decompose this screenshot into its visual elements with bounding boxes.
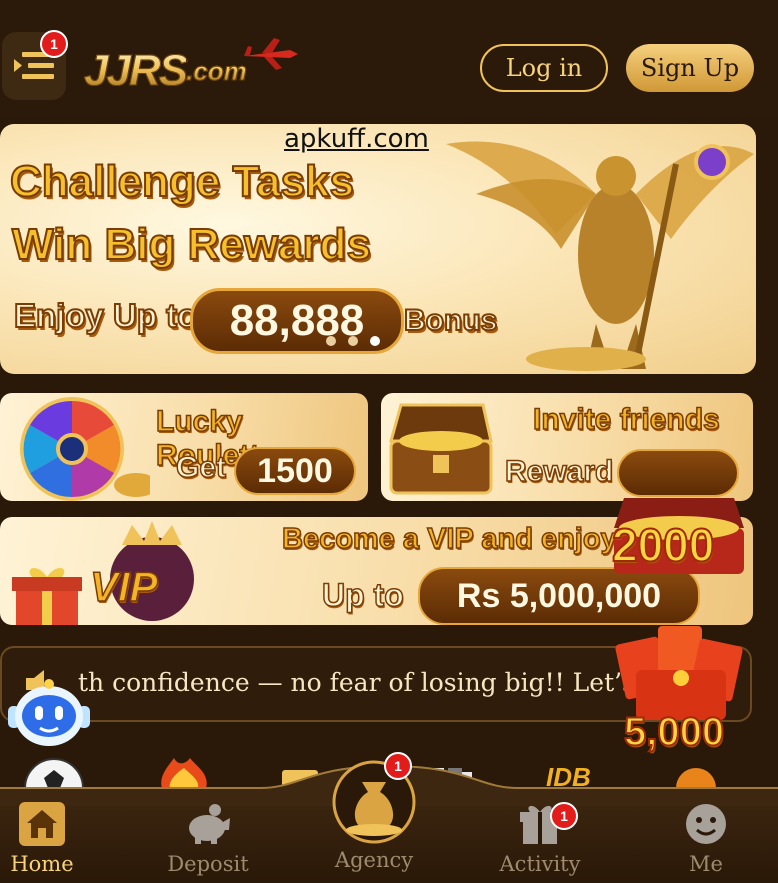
home-icon bbox=[19, 802, 65, 846]
logo-suffix-text: .com bbox=[186, 55, 248, 86]
vip-title: Become a VIP and enjoy bbox=[281, 522, 617, 556]
invite-amount: 2000 bbox=[611, 518, 715, 572]
carousel-indicators bbox=[326, 336, 380, 346]
invite-amount-badge: 2000 bbox=[604, 488, 754, 578]
nav-deposit[interactable]: Deposit bbox=[148, 802, 268, 880]
watermark-text: apkuff.com bbox=[284, 124, 429, 154]
invite-title: Invite friends bbox=[532, 402, 720, 437]
roulette-get-label: Get bbox=[175, 450, 227, 485]
vip-upto-label: Up to bbox=[321, 576, 404, 614]
gift-box-icon bbox=[12, 567, 82, 625]
hero-title-line1: Challenge Tasks bbox=[9, 156, 355, 207]
lucky-roulette-card[interactable]: Lucky Roulette Get 1500 bbox=[0, 393, 368, 501]
logo-main-text: JJRS bbox=[83, 46, 188, 96]
nav-deposit-label: Deposit bbox=[167, 852, 249, 876]
nav-home[interactable]: Home bbox=[0, 802, 102, 880]
carousel-dot[interactable] bbox=[326, 336, 336, 346]
carousel-dot[interactable] bbox=[348, 336, 358, 346]
site-logo[interactable]: JJRS .com bbox=[83, 38, 304, 98]
smiley-profile-icon bbox=[686, 804, 726, 844]
nav-activity-label: Activity bbox=[499, 852, 581, 876]
piggy-bank-icon bbox=[189, 804, 230, 844]
hero-title-line2: Win Big Rewards bbox=[11, 219, 372, 270]
vip-badge-text: VIP bbox=[89, 562, 158, 611]
roulette-wheel-icon bbox=[20, 397, 150, 501]
red-envelope-offer[interactable]: 5,000 bbox=[606, 618, 754, 760]
signup-button[interactable]: Sign Up bbox=[626, 44, 754, 92]
nav-activity[interactable]: Activity bbox=[480, 802, 600, 880]
carousel-dot-active[interactable] bbox=[370, 336, 380, 346]
nav-me[interactable]: Me bbox=[646, 802, 766, 880]
roulette-amount: 1500 bbox=[234, 447, 356, 495]
menu-notification-badge: 1 bbox=[40, 30, 68, 58]
nav-me-label: Me bbox=[689, 852, 723, 876]
announcement-text: th confidence — no fear of losing big!! … bbox=[78, 668, 659, 697]
app-header: 1 JJRS .com Log in Sign Up bbox=[0, 0, 778, 118]
invite-reward-label: Reward bbox=[504, 454, 614, 489]
winged-warrior-illustration bbox=[446, 141, 754, 371]
nav-home-label: Home bbox=[10, 852, 74, 876]
nav-agency-label: Agency bbox=[334, 848, 414, 872]
hero-enjoy-text: Enjoy Up to bbox=[13, 296, 198, 335]
treasure-chest-icon bbox=[389, 403, 493, 495]
agency-notification-badge: 1 bbox=[384, 752, 412, 780]
invite-friends-card[interactable]: Invite friends Reward bbox=[381, 393, 753, 501]
airplane-icon bbox=[244, 38, 298, 70]
nav-agency[interactable]: Agency bbox=[314, 760, 434, 880]
bottom-navigation: Home Deposit Agency 1 Activity 1 Me bbox=[0, 752, 778, 883]
hero-banner[interactable]: Challenge Tasks Win Big Rewards Enjoy Up… bbox=[0, 124, 756, 374]
login-button[interactable]: Log in bbox=[480, 44, 608, 92]
activity-notification-badge: 1 bbox=[550, 802, 578, 830]
support-bot-button[interactable] bbox=[4, 676, 94, 748]
robot-icon bbox=[8, 679, 90, 746]
envelope-amount: 5,000 bbox=[623, 709, 725, 755]
